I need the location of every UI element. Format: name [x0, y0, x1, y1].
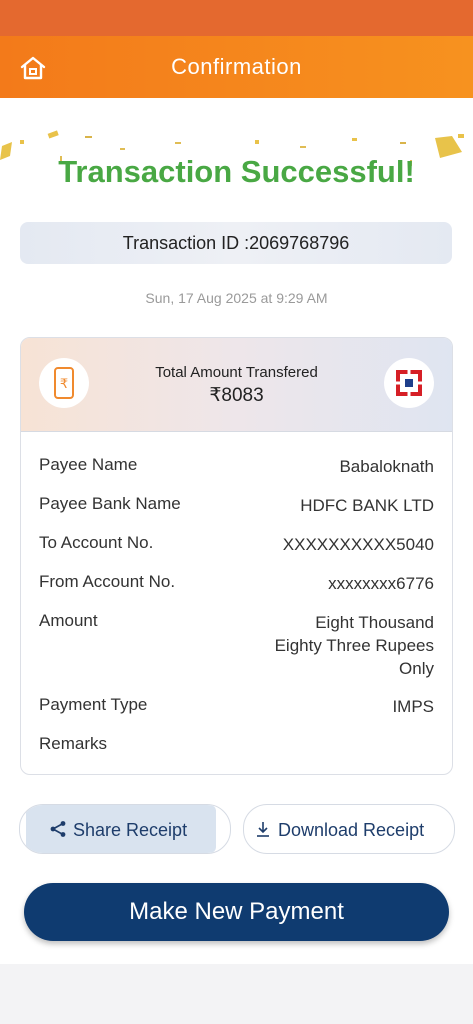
download-receipt-label: Download Receipt	[278, 820, 425, 840]
app-bar: Confirmation	[0, 36, 473, 98]
page-title: Confirmation	[171, 54, 302, 79]
detail-value: XXXXXXXXXX5040	[282, 535, 434, 554]
total-amount-label: Total Amount Transfered	[155, 364, 318, 381]
confirmation-page: Transaction Successful! Transaction ID :…	[0, 98, 473, 964]
detail-key: Amount	[39, 611, 98, 630]
bottom-background	[0, 964, 473, 1024]
download-icon	[257, 822, 269, 837]
amount-words-line: Only	[399, 659, 434, 678]
bank-logo-circle	[384, 358, 434, 408]
make-new-payment-button[interactable]: Make New Payment	[24, 883, 449, 941]
detail-value-multiline: Eight Thousand Eighty Three Rupees Only	[275, 611, 434, 680]
transaction-datetime: Sun, 17 Aug 2025 at 9:29 AM	[145, 290, 328, 306]
transaction-id: Transaction ID :2069768796	[20, 222, 452, 264]
transaction-details-card: ₹ Total Amount Transfered ₹8083 Payee Na…	[20, 337, 453, 775]
detail-value: HDFC BANK LTD	[300, 496, 434, 515]
status-bar	[0, 0, 473, 36]
download-receipt-button[interactable]: Download Receipt	[243, 804, 455, 854]
detail-value: Babaloknath	[339, 457, 434, 476]
detail-key: Payment Type	[39, 695, 148, 714]
total-amount-value: ₹8083	[209, 385, 264, 406]
detail-key: Remarks	[39, 734, 108, 753]
detail-key: To Account No.	[39, 533, 154, 552]
detail-value: IMPS	[392, 697, 434, 716]
success-headline: Transaction Successful!	[58, 154, 415, 189]
card-header: ₹ Total Amount Transfered ₹8083	[21, 338, 452, 432]
share-receipt-button[interactable]: Share Receipt	[19, 804, 231, 854]
share-icon	[50, 821, 66, 837]
amount-words-line: Eighty Three Rupees	[274, 636, 434, 655]
rupee-phone-icon-circle: ₹	[39, 358, 89, 408]
svg-text:₹: ₹	[60, 377, 68, 392]
rupee-phone-icon: ₹	[54, 367, 74, 399]
amount-words-line: Eight Thousand	[315, 613, 434, 632]
detail-key: From Account No.	[39, 572, 176, 591]
hdfc-logo-icon	[394, 368, 424, 398]
detail-key: Payee Name	[39, 455, 138, 474]
share-receipt-label: Share Receipt	[73, 820, 188, 840]
detail-key: Payee Bank Name	[39, 494, 181, 513]
detail-value: xxxxxxxx6776	[328, 574, 434, 593]
detail-row-amount: Amount Eight Thousand Eighty Three Rupee…	[39, 611, 434, 681]
